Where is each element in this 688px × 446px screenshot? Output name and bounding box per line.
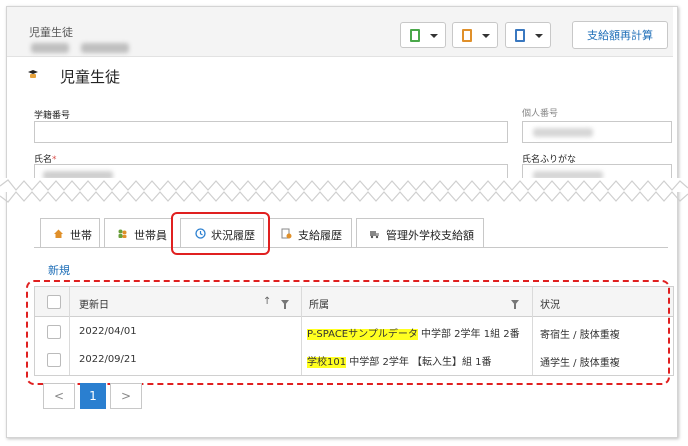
personal-no-label: 個人番号 — [522, 109, 559, 119]
annotation-highlight-tab — [171, 212, 270, 255]
new-record-link[interactable]: 新規 — [48, 262, 70, 278]
tab-household-members-label: 世帯員 — [134, 229, 167, 242]
tab-external-school-amount-label: 管理外学校支給額 — [386, 229, 474, 242]
pager-prev-button[interactable]: < — [43, 383, 75, 409]
tab-payment-history-label: 支給履歴 — [298, 229, 342, 242]
tab-external-school-amount[interactable]: 管理外学校支給額 — [356, 218, 484, 248]
people-icon — [118, 229, 127, 238]
house-icon — [54, 229, 63, 238]
export-blue-button[interactable] — [505, 22, 551, 48]
truck-icon — [370, 231, 379, 239]
clipboard-orange-icon — [462, 29, 472, 42]
page-title: 児童生徒 — [60, 68, 121, 86]
export-orange-button[interactable] — [452, 22, 498, 48]
student-name-redacted — [31, 43, 141, 55]
clipboard-blue-icon — [515, 29, 525, 42]
student-cap-icon — [28, 70, 38, 78]
torn-edge-divider — [0, 178, 688, 203]
recalculate-button[interactable]: 支給額再計算 — [572, 21, 668, 49]
clipboard-green-icon — [410, 29, 420, 42]
chevron-down-icon — [482, 34, 490, 38]
tab-household[interactable]: 世帯 — [40, 218, 100, 248]
pager-next-button[interactable]: > — [110, 383, 142, 409]
tab-strip-line — [34, 247, 668, 248]
tab-household-label: 世帯 — [70, 229, 92, 242]
tab-household-members[interactable]: 世帯員 — [104, 218, 172, 248]
app-title: 児童生徒 — [29, 26, 73, 39]
student-no-field[interactable] — [34, 121, 508, 143]
tab-payment-history[interactable]: 支給履歴 — [268, 218, 352, 248]
chevron-down-icon — [430, 34, 438, 38]
ledger-icon — [281, 228, 292, 239]
annotation-highlight-grid — [26, 280, 670, 385]
pager-page-1[interactable]: 1 — [80, 383, 106, 409]
export-green-button[interactable] — [400, 22, 446, 48]
chevron-down-icon — [535, 34, 543, 38]
student-no-label: 学籍番号 — [34, 111, 71, 121]
personal-no-field[interactable] — [522, 121, 672, 143]
